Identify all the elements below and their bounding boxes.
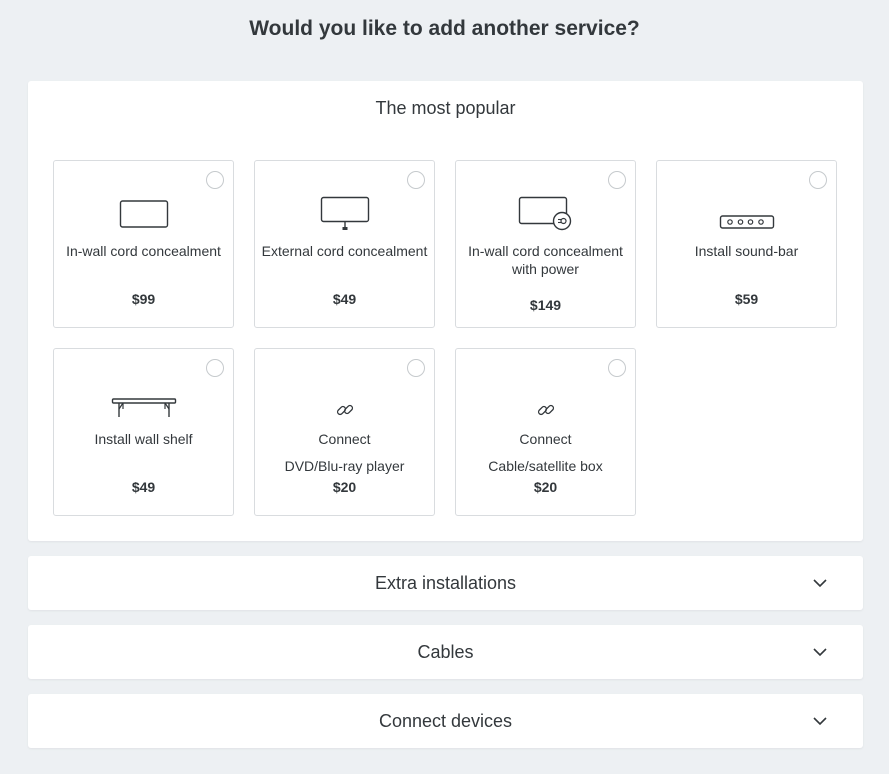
accordion-connect-devices[interactable]: Connect devices (28, 694, 863, 748)
chevron-down-icon[interactable] (812, 645, 828, 659)
link-icon (456, 395, 635, 425)
service-card-price: $49 (131, 479, 156, 495)
service-card-sublabel: DVD/Blu-ray player (284, 458, 405, 474)
service-card-price: $99 (131, 291, 156, 307)
service-card-sublabel: Cable/satellite box (488, 458, 603, 474)
select-radio[interactable] (608, 359, 626, 377)
service-card-label: In-wall cord concealment with power (468, 243, 623, 277)
select-radio[interactable] (206, 171, 224, 189)
service-card-connect-dvd-player[interactable]: Connect DVD/Blu-ray player $20 (254, 348, 435, 516)
select-radio[interactable] (407, 171, 425, 189)
service-card-label: External cord concealment (261, 243, 428, 259)
tv-stand-icon (255, 195, 434, 233)
accordion-title: Connect devices (378, 711, 513, 731)
service-card-label: Install wall shelf (94, 431, 193, 447)
service-card-price: $49 (332, 291, 357, 307)
service-card-label: Connect (519, 431, 572, 447)
popular-services-panel: The most popular In-wall cord concealmen… (28, 81, 863, 541)
service-card-price: $20 (332, 479, 357, 495)
soundbar-icon (657, 207, 836, 237)
service-card-in-wall-cord-concealment[interactable]: In-wall cord concealment $99 (53, 160, 234, 328)
select-radio[interactable] (407, 359, 425, 377)
service-card-in-wall-cord-concealment-power[interactable]: In-wall cord concealment with power $149 (455, 160, 636, 328)
service-card-price: $149 (529, 297, 562, 313)
service-card-label: Connect (318, 431, 371, 447)
service-card-price: $59 (734, 291, 759, 307)
service-card-install-wall-shelf[interactable]: Install wall shelf $49 (53, 348, 234, 516)
select-radio[interactable] (608, 171, 626, 189)
service-card-external-cord-concealment[interactable]: External cord concealment $49 (254, 160, 435, 328)
popular-section-title: The most popular (375, 98, 516, 118)
chevron-down-icon[interactable] (812, 576, 828, 590)
link-icon (255, 395, 434, 425)
accordion-title: Cables (417, 642, 474, 662)
service-card-label: Install sound-bar (694, 243, 799, 259)
service-card-price: $20 (533, 479, 558, 495)
service-card-install-sound-bar[interactable]: Install sound-bar $59 (656, 160, 837, 328)
wall-panel-power-icon (456, 195, 635, 233)
chevron-down-icon[interactable] (812, 714, 828, 728)
service-card-connect-cable-box[interactable]: Connect Cable/satellite box $20 (455, 348, 636, 516)
select-radio[interactable] (206, 359, 224, 377)
accordion-cables[interactable]: Cables (28, 625, 863, 679)
page-title: Would you like to add another service? (249, 17, 640, 40)
accordion-title: Extra installations (374, 573, 517, 593)
shelf-icon (54, 393, 233, 423)
accordion-extra-installations[interactable]: Extra installations (28, 556, 863, 610)
wall-panel-icon (54, 195, 233, 233)
select-radio[interactable] (809, 171, 827, 189)
service-card-label: In-wall cord concealment (66, 243, 221, 259)
